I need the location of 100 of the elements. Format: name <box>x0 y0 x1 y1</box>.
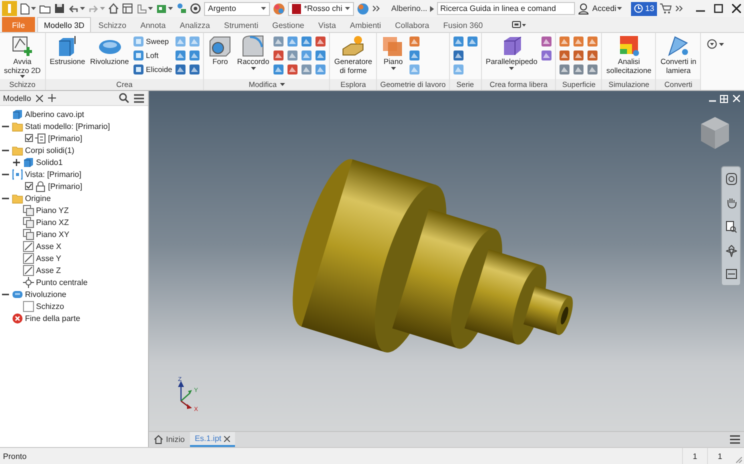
document-tab[interactable]: Inizio <box>149 432 190 447</box>
tree-item[interactable]: Rivoluzione <box>25 290 66 298</box>
tool-icon[interactable] <box>559 50 570 61</box>
tool-icon[interactable] <box>315 36 326 47</box>
tree-item[interactable]: [Primario] <box>48 134 82 142</box>
tool-icon[interactable] <box>587 36 598 47</box>
tool-icon[interactable] <box>287 64 298 75</box>
maximize-icon[interactable] <box>714 4 723 13</box>
chevron-icon[interactable] <box>372 5 380 12</box>
tool-icon[interactable] <box>409 50 420 61</box>
tool-icon[interactable] <box>541 36 552 47</box>
ribbon-tab[interactable]: Fusion 360 <box>436 17 490 32</box>
tool-icon[interactable] <box>287 50 298 61</box>
close-icon[interactable] <box>224 436 230 442</box>
tree-item[interactable]: Asse Y <box>36 254 62 262</box>
tool-icon[interactable] <box>587 50 598 61</box>
tool-icon[interactable] <box>541 50 552 61</box>
tree-item[interactable]: Asse X <box>36 242 62 250</box>
close-icon[interactable] <box>36 94 44 102</box>
undo-icon[interactable] <box>68 4 79 13</box>
caret-icon[interactable] <box>617 7 622 10</box>
dropdown-menu-icon[interactable] <box>707 39 726 49</box>
folder-icon[interactable] <box>39 4 51 14</box>
tree-item[interactable]: Corpi solidi(1) <box>25 146 74 154</box>
caret-icon[interactable] <box>168 7 173 10</box>
ribbon-tab[interactable]: Strumenti <box>216 17 266 32</box>
zoom-window-icon[interactable] <box>726 221 736 233</box>
plus-icon[interactable] <box>48 94 56 102</box>
close-icon[interactable] <box>732 4 741 13</box>
panel-toggle-icon[interactable] <box>512 20 526 28</box>
appearance-dropdown[interactable]: *Rosso chi <box>288 2 354 16</box>
tool-icon[interactable] <box>587 64 598 75</box>
tool-icon[interactable] <box>287 36 298 47</box>
tool-icon[interactable] <box>573 36 584 47</box>
tree-item[interactable]: Fine della parte <box>25 314 80 322</box>
tool-icon[interactable] <box>452 36 464 47</box>
tree-item[interactable]: Vista: [Primario] <box>25 170 82 178</box>
tool-icon[interactable] <box>573 64 584 75</box>
browser-tab[interactable]: Modello <box>3 94 32 102</box>
search-field[interactable]: Ricerca Guida in linea e comand <box>437 2 576 15</box>
tree-item[interactable]: Punto centrale <box>36 278 88 286</box>
tree-item[interactable]: Alberino cavo.ipt <box>25 110 84 118</box>
search-icon[interactable] <box>119 93 129 103</box>
tool-icon[interactable] <box>273 36 284 47</box>
material-dropdown[interactable]: Argento <box>204 2 270 16</box>
home-icon[interactable] <box>108 3 119 14</box>
color-ball-icon[interactable] <box>273 2 285 14</box>
ribbon-tab[interactable]: Analizza <box>172 17 217 32</box>
ribbon-tab[interactable]: Schizzo <box>91 17 134 32</box>
tree-item[interactable]: Piano XZ <box>36 218 69 226</box>
tool-icon[interactable] <box>301 64 312 75</box>
ribbon-tab[interactable]: Annota <box>133 17 173 32</box>
tool-icon[interactable] <box>559 36 570 47</box>
resize-grip-icon[interactable] <box>736 457 742 463</box>
caret-icon[interactable] <box>31 7 36 10</box>
tool-icon[interactable] <box>175 50 186 61</box>
document-tab[interactable]: Es.1.ipt <box>190 432 236 447</box>
tool-icon[interactable] <box>273 50 284 61</box>
tool-icon[interactable] <box>189 50 200 61</box>
tree-item[interactable]: Stati modello: [Primario] <box>25 122 110 130</box>
cart-icon[interactable] <box>660 3 672 14</box>
tool-icon[interactable] <box>466 36 478 47</box>
caret-icon[interactable] <box>280 83 285 86</box>
restore-icon[interactable] <box>720 95 728 103</box>
ribbon-tab[interactable]: Vista <box>311 17 343 32</box>
tool-icon[interactable] <box>315 64 326 75</box>
tree-item[interactable]: Piano XY <box>36 230 70 238</box>
menu-icon[interactable] <box>730 435 740 444</box>
user-icon[interactable] <box>578 2 590 14</box>
ribbon-tab[interactable]: Gestione <box>265 17 312 32</box>
tool-icon[interactable] <box>559 64 570 75</box>
clock-badge[interactable]: 13 <box>631 2 658 16</box>
tool-icon[interactable] <box>273 64 284 75</box>
ribbon-tab[interactable]: Ambienti <box>342 17 388 32</box>
hand-icon[interactable] <box>726 197 736 209</box>
tool-icon[interactable] <box>409 36 420 47</box>
tool-icon[interactable] <box>452 50 464 61</box>
tree-item[interactable]: Piano YZ <box>36 206 69 214</box>
sign-in-link[interactable]: Accedi <box>592 4 616 13</box>
tool-icon[interactable] <box>315 50 326 61</box>
tree-item[interactable]: Solido1 <box>36 158 63 166</box>
tool-icon[interactable] <box>175 64 186 75</box>
tree-item[interactable]: Schizzo <box>36 302 64 310</box>
tree-item[interactable]: Asse Z <box>36 266 61 274</box>
expander-icon[interactable] <box>13 158 20 166</box>
chevron-icon[interactable] <box>675 5 684 12</box>
ribbon-tab[interactable]: Collabora <box>388 17 436 32</box>
menu-icon[interactable] <box>134 94 144 102</box>
checkbox[interactable] <box>25 134 33 142</box>
caret-icon[interactable] <box>148 7 153 10</box>
color-ball-icon[interactable] <box>357 2 370 14</box>
new-file-icon[interactable] <box>20 2 30 14</box>
tool-icon[interactable] <box>301 36 312 47</box>
caret-icon[interactable] <box>80 7 85 10</box>
tree-item[interactable]: Origine <box>25 194 51 202</box>
save-icon[interactable] <box>54 3 65 14</box>
tool-icon[interactable] <box>301 50 312 61</box>
ribbon-tab[interactable]: Modello 3D <box>36 17 92 32</box>
orbit-icon[interactable] <box>726 245 736 257</box>
view-cube-icon[interactable] <box>698 115 732 151</box>
